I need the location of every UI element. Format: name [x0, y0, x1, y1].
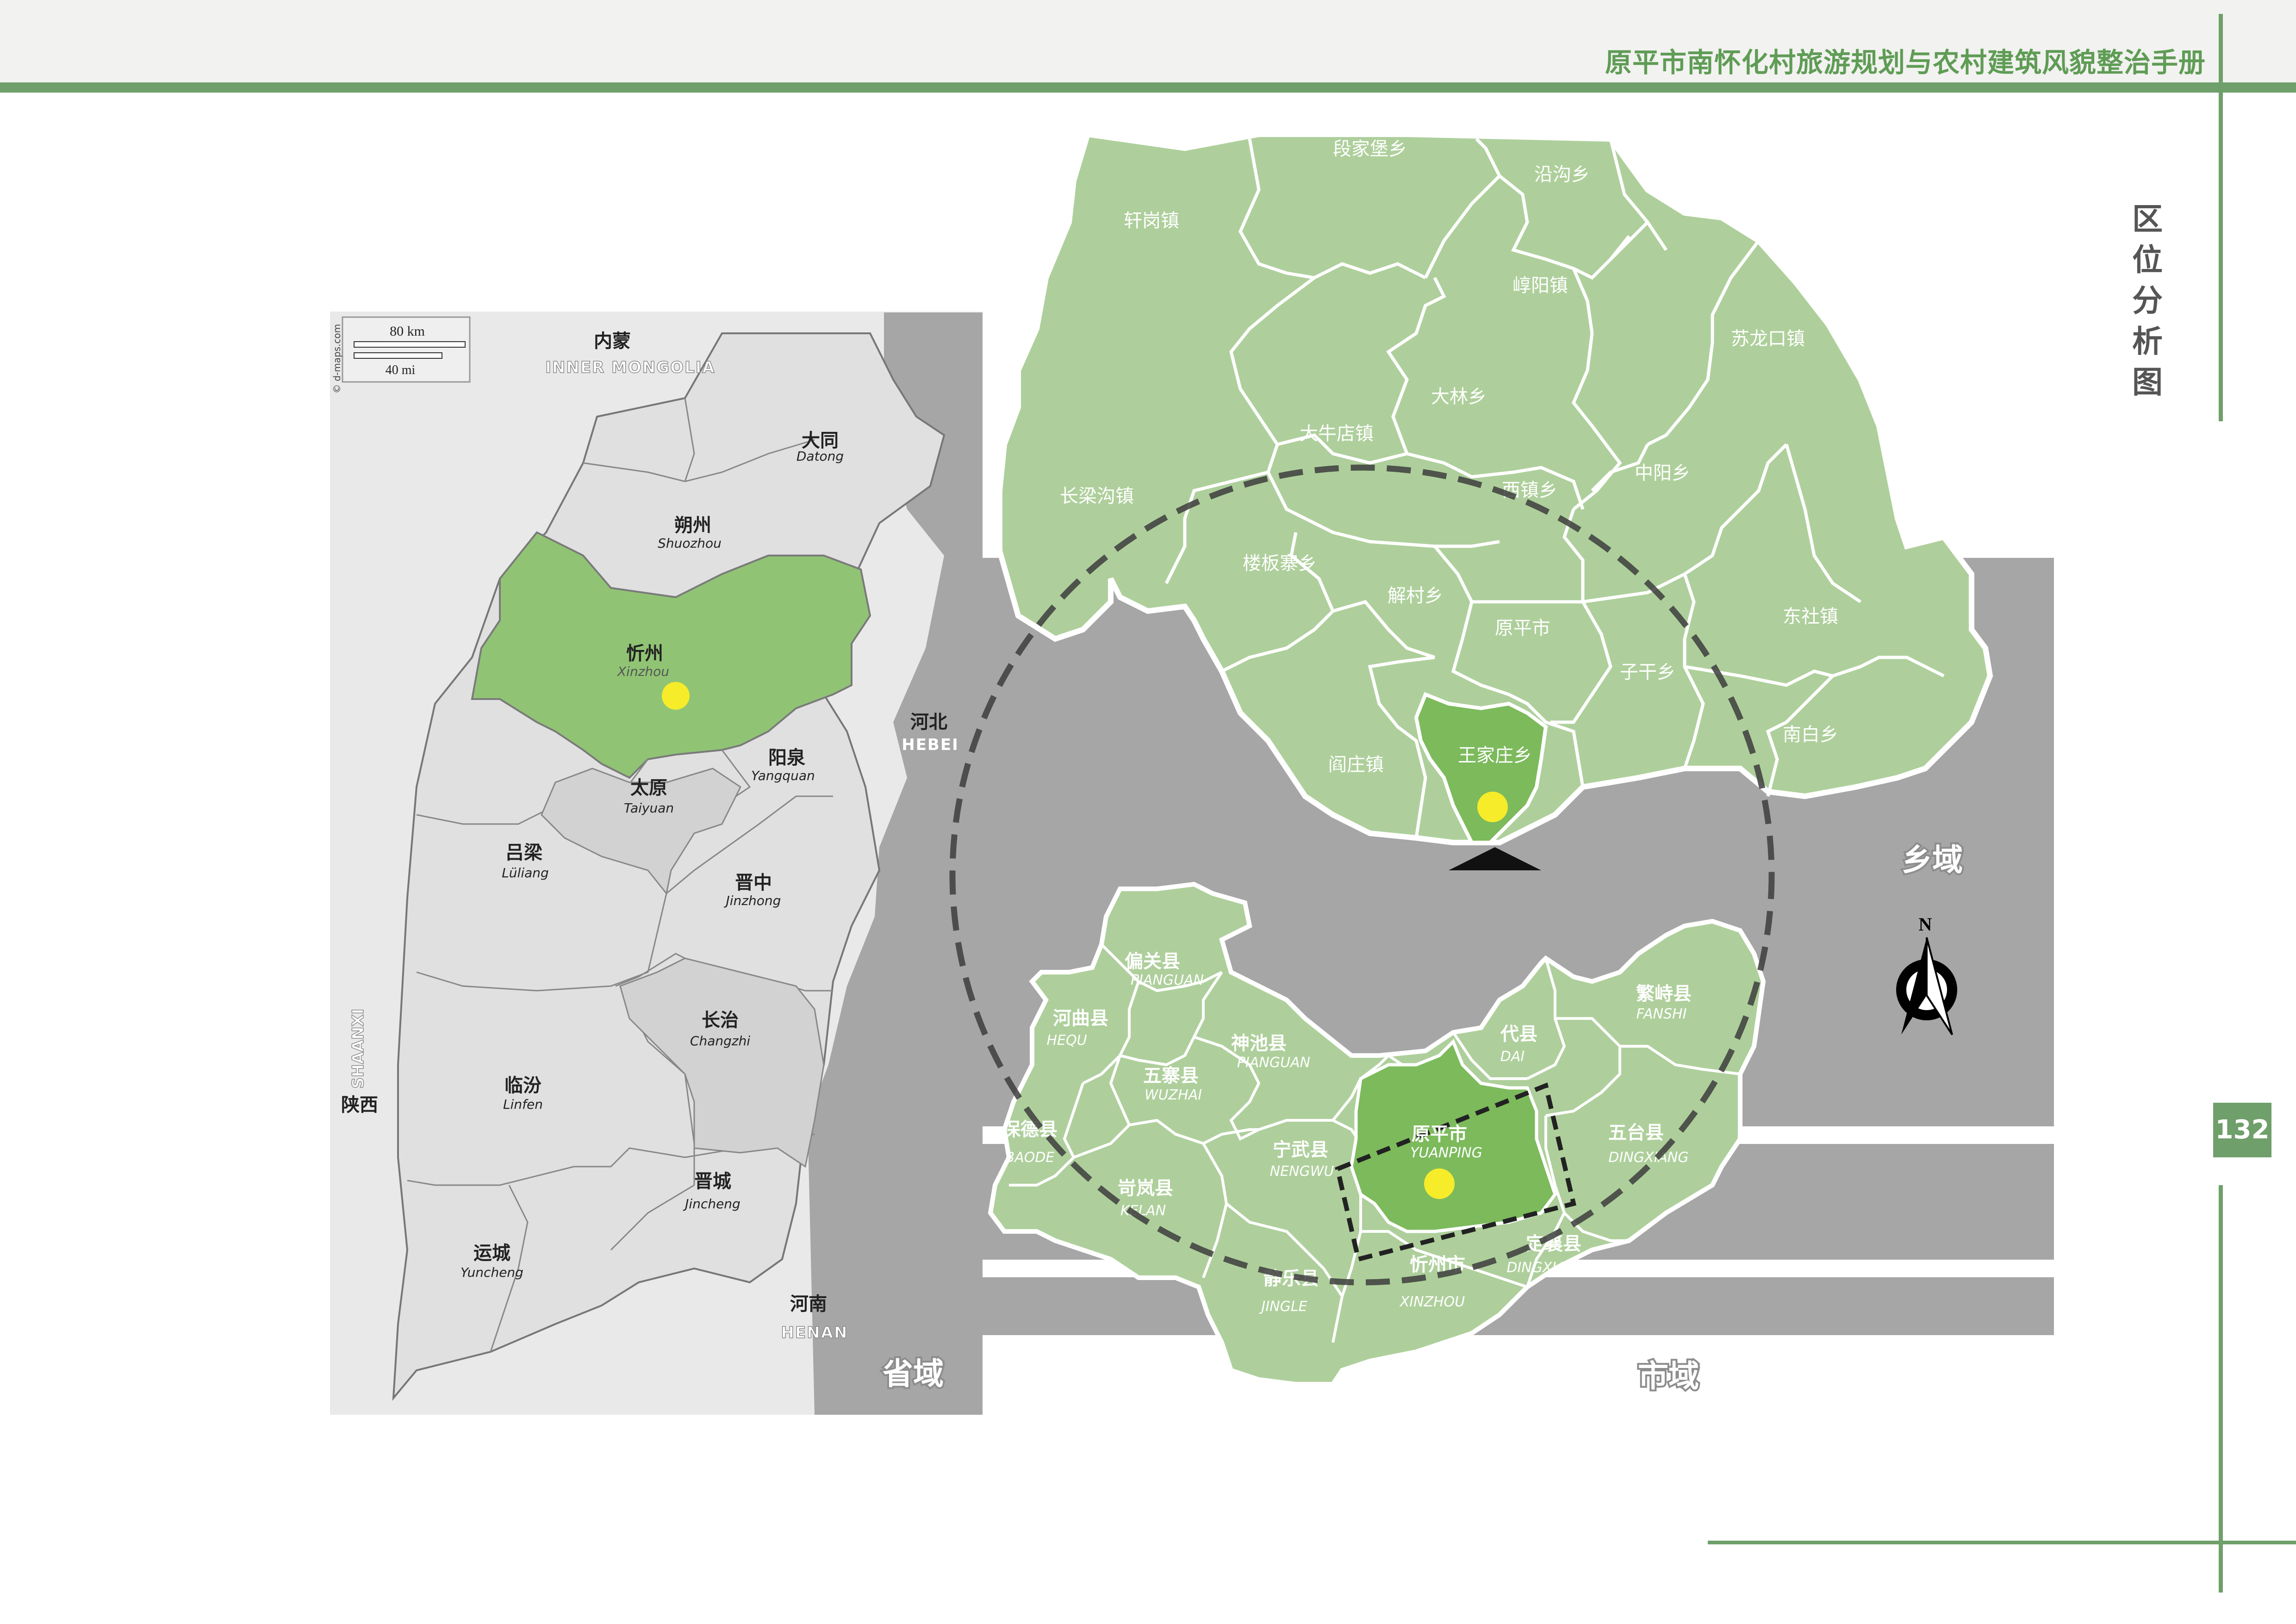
label-shuozhou-cn: 朔州 — [674, 515, 711, 536]
label-yuncheng-en: Yuncheng — [460, 1265, 523, 1280]
city-label-dingxiang-en: DINGXIANG — [1506, 1260, 1587, 1276]
city-label-pianguan-cn: 偏关县 — [1125, 951, 1180, 972]
city-label-dai-en: DAI — [1500, 1049, 1525, 1065]
township-label-7: 大牛店镇 — [1300, 423, 1374, 444]
city-label-fanshi-cn: 繁峙县 — [1636, 983, 1692, 1005]
label-yangquan-en: Yangquan — [751, 768, 815, 783]
city-label-dai-cn: 代县 — [1500, 1024, 1537, 1045]
scale-bar-mi — [354, 352, 442, 359]
city-label-jingle-en: JINGLE — [1259, 1299, 1307, 1315]
north-label: N — [1919, 914, 1932, 935]
label-luliang-cn: 吕梁 — [505, 842, 542, 863]
city-label-wuzhai-en: WUZHAI — [1145, 1087, 1202, 1103]
scale-bar: 80 km 40 mi © d-maps.com — [331, 316, 471, 394]
township-label-3: 轩岗镇 — [1124, 210, 1179, 231]
label-shaanxi-cn: 陕西 — [341, 1094, 378, 1116]
city-label-wutai-en: DINGXIANG — [1608, 1149, 1688, 1166]
township-label-5: 苏龙口镇 — [1731, 328, 1805, 350]
township-label-14: 东社镇 — [1783, 606, 1838, 627]
label-taiyuan-cn: 太原 — [630, 777, 667, 799]
city-label-wuzhai-cn: 五寨县 — [1143, 1065, 1199, 1087]
label-jincheng-cn: 晋城 — [694, 1171, 731, 1192]
township-label-2: 沿沟乡 — [1534, 164, 1590, 185]
label-yangquan-cn: 阳泉 — [768, 747, 805, 768]
label-henan-en: HENAN — [781, 1324, 848, 1342]
xinzhou-marker — [662, 682, 690, 710]
city-label-xinzhou-en: XINZHOU — [1399, 1294, 1465, 1310]
township-label-11: 楼板寨乡 — [1243, 553, 1317, 574]
scale-km-label: 80 km — [390, 324, 425, 339]
yuanping-marker — [1424, 1168, 1455, 1199]
township-label-6: 大林乡 — [1431, 386, 1487, 407]
city-label-wutai-cn: 五台县 — [1608, 1122, 1664, 1143]
label-linfen-cn: 临汾 — [504, 1075, 541, 1096]
township-label-16: 王家庄乡 — [1458, 745, 1532, 766]
label-jincheng-en: Jincheng — [683, 1196, 740, 1212]
scale-bar-km — [354, 341, 466, 348]
wangjiazhuang-marker — [1477, 792, 1508, 822]
label-xinzhou-en: Xinzhou — [616, 664, 669, 679]
label-jinzhong-en: Jinzhong — [724, 893, 781, 908]
label-henan-cn: 河南 — [790, 1293, 827, 1315]
city-label-hequ-cn: 河曲县 — [1053, 1008, 1108, 1029]
label-xinzhou-cn: 忻州 — [626, 643, 663, 664]
city-label-yuanping-en: YUANPING — [1410, 1145, 1482, 1161]
city-label-pianguan-en: PIANGUAN — [1131, 972, 1204, 988]
city-label-baode-en: BAODE — [1005, 1149, 1055, 1166]
label-inner-mongolia-cn: 内蒙 — [594, 331, 631, 352]
township-label-17: 阎庄镇 — [1328, 754, 1384, 775]
city-label-shenchi-en: PIANGUAN — [1237, 1055, 1310, 1071]
label-shaanxi-en: SHAANXI — [349, 1009, 367, 1089]
map-credit: © d-maps.com — [331, 324, 342, 394]
label-hebei-cn: 河北 — [910, 712, 947, 733]
label-shuozhou-en: Shuozhou — [658, 536, 722, 551]
township-label-8: 长梁沟镇 — [1060, 486, 1134, 507]
city-label-shenchi-cn: 神池县 — [1231, 1033, 1287, 1054]
scale-mi-label: 40 mi — [386, 363, 416, 377]
city-label-kelan-cn: 岢岚县 — [1118, 1178, 1173, 1199]
city-label-fanshi-en: FANSHI — [1636, 1006, 1687, 1022]
label-inner-mongolia-en: INNER MONGOLIA — [545, 358, 715, 377]
label-yuncheng-cn: 运城 — [473, 1243, 510, 1264]
city-caption: 市域 — [1638, 1358, 1699, 1394]
province-caption: 省域 — [883, 1356, 944, 1392]
township-label-12: 解村乡 — [1388, 585, 1443, 606]
township-label-1: 段家堡乡 — [1333, 138, 1407, 160]
township-label-13: 原平市 — [1495, 618, 1550, 639]
map-canvas: 80 km 40 mi © d-maps.com 内蒙 INNER MONGOL… — [330, 131, 2054, 1415]
label-linfen-en: Linfen — [503, 1097, 543, 1112]
city-label-yuanping-cn: 原平市 — [1412, 1124, 1467, 1145]
township-caption: 乡域 — [1902, 842, 1963, 878]
label-changzhi-cn: 长治 — [702, 1010, 739, 1031]
label-luliang-en: Lüliang — [502, 865, 549, 881]
township-label-15: 子干乡 — [1620, 662, 1675, 683]
label-changzhi-en: Changzhi — [690, 1033, 750, 1049]
label-jinzhong-cn: 晋中 — [735, 872, 772, 893]
township-label-18: 南白乡 — [1783, 724, 1838, 745]
province-map: 80 km 40 mi © d-maps.com 内蒙 INNER MONGOL… — [330, 312, 983, 1415]
label-datong-en: Datong — [796, 449, 844, 464]
city-label-ningwu-en: NENGWU — [1270, 1163, 1334, 1180]
label-hebei-en: HEBEI — [902, 736, 958, 754]
township-label-4: 崞阳镇 — [1512, 275, 1568, 296]
label-taiyuan-en: Taiyuan — [624, 800, 674, 816]
township-label-10: 中阳乡 — [1635, 462, 1690, 484]
city-label-hequ-en: HEQU — [1046, 1032, 1087, 1049]
city-label-ningwu-cn: 宁武县 — [1273, 1139, 1328, 1161]
